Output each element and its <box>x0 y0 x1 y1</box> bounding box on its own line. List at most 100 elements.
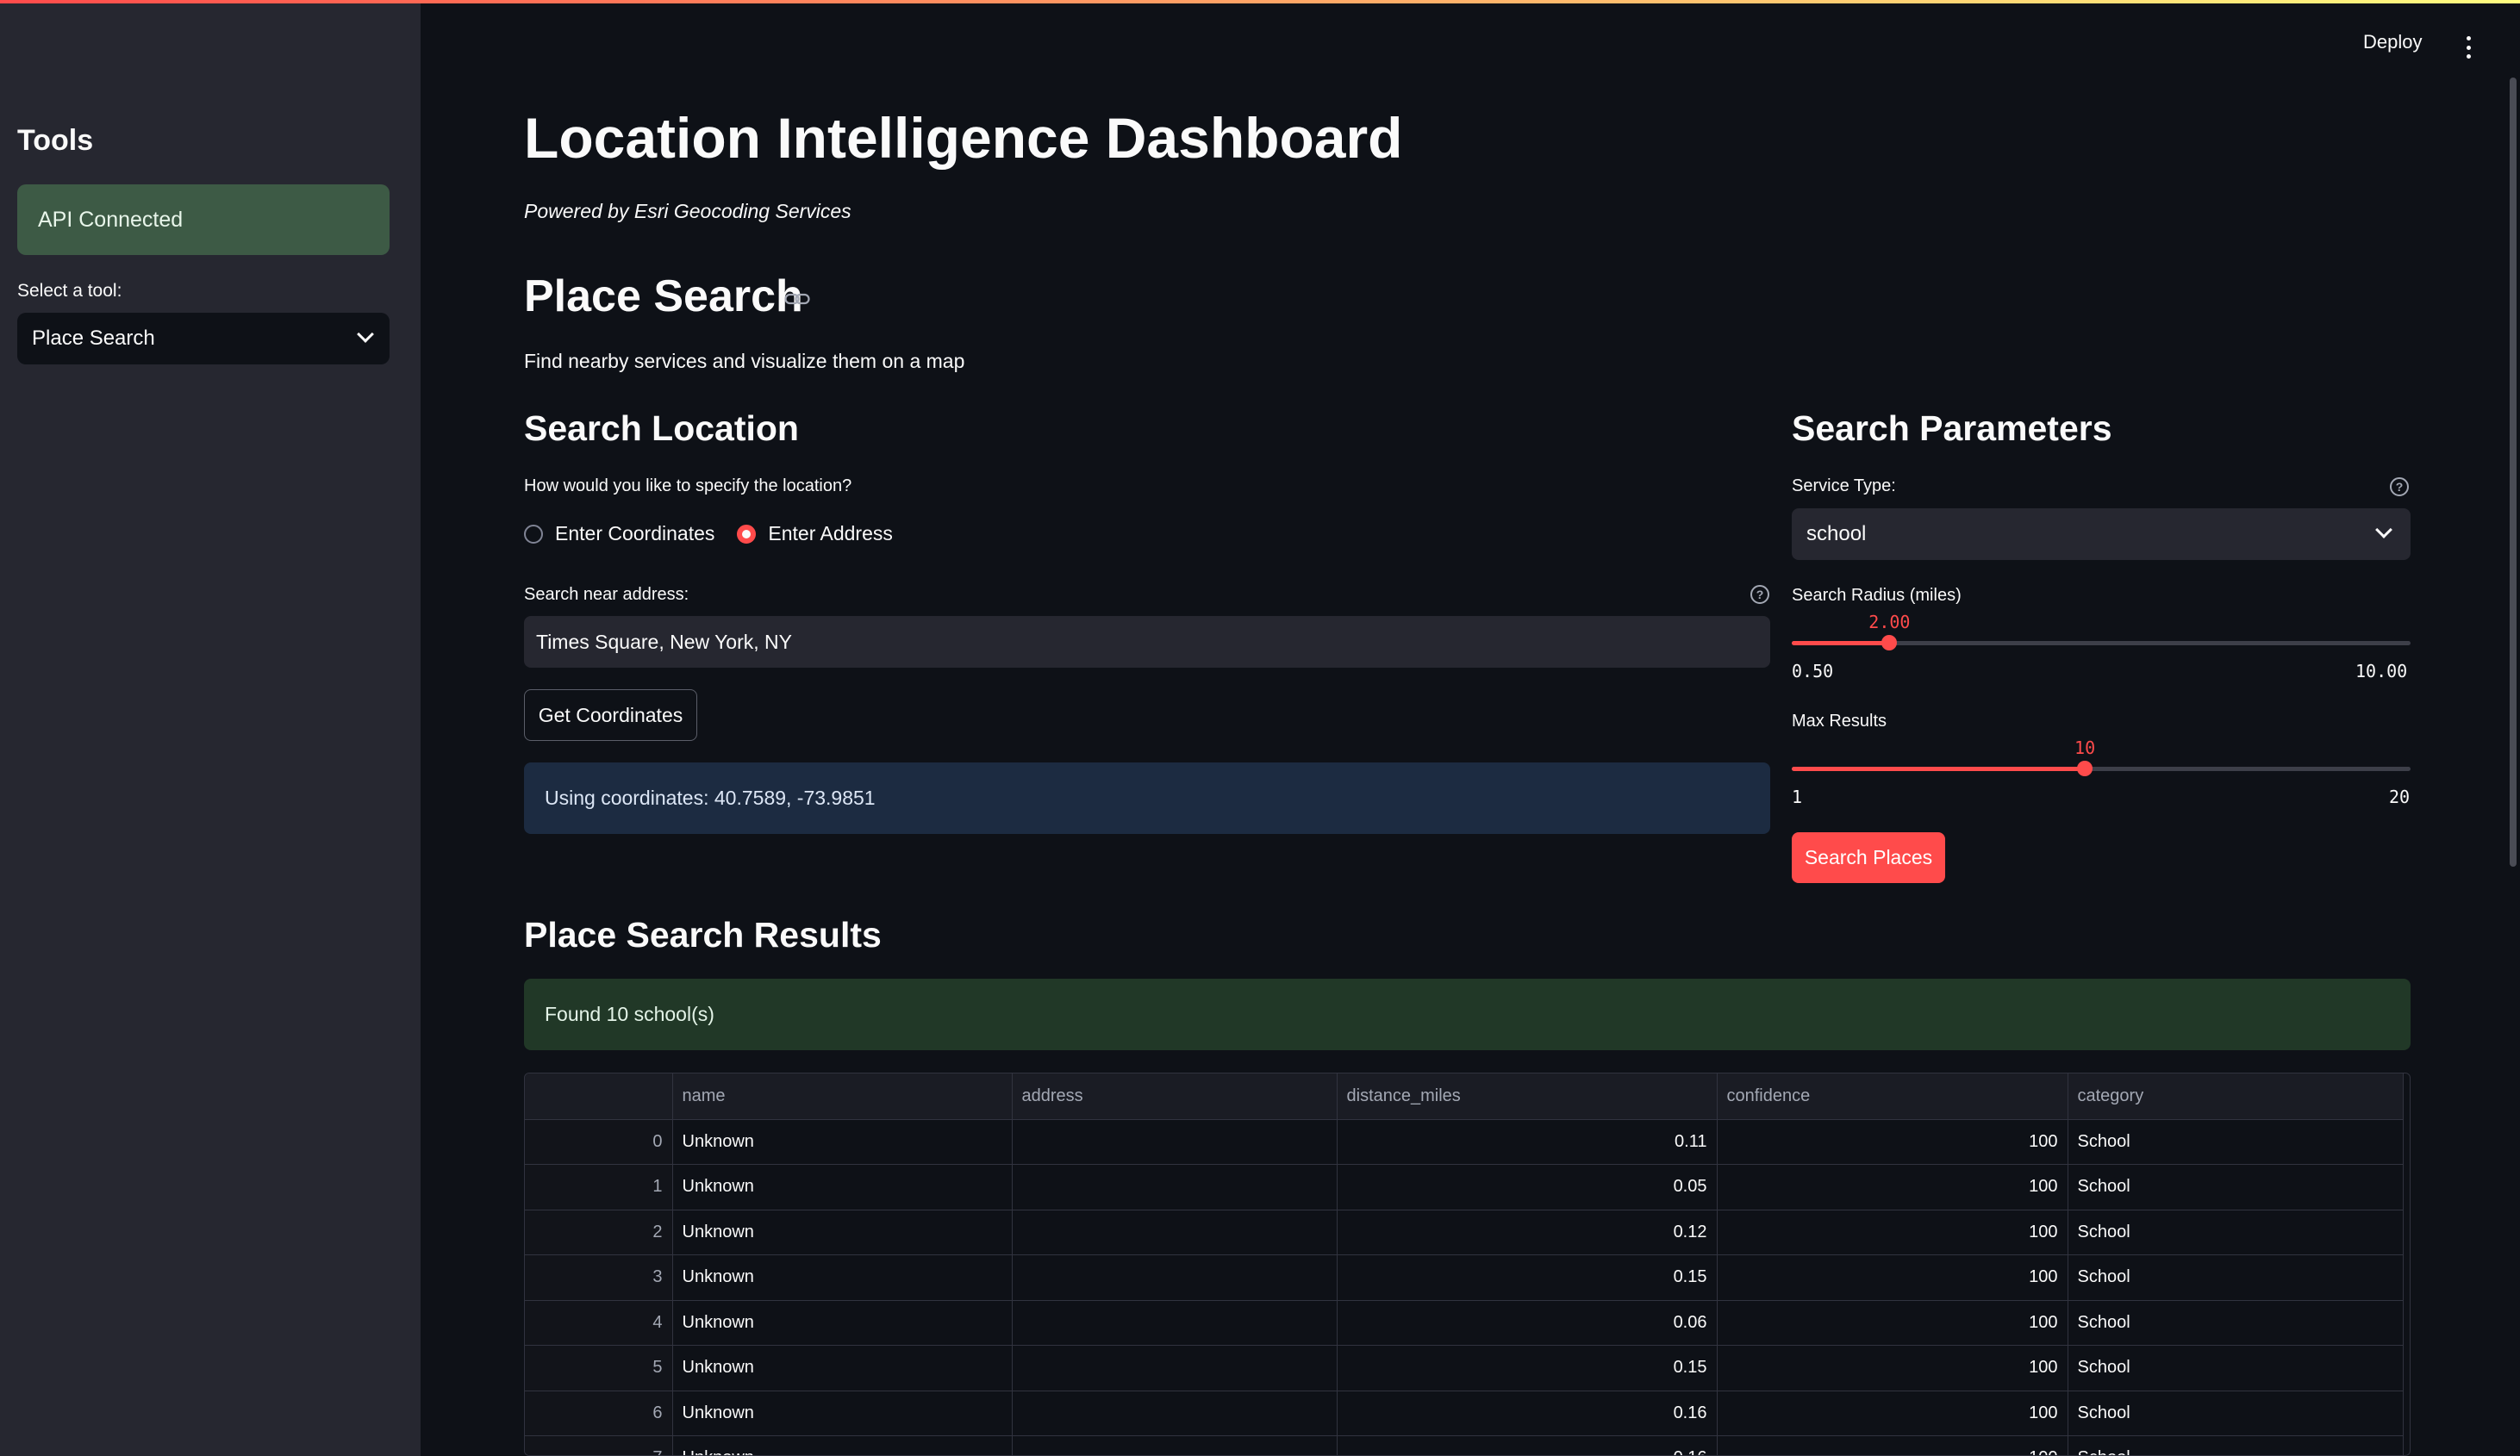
table-cell-address[interactable] <box>1012 1164 1338 1210</box>
table-cell-index[interactable]: 4 <box>525 1300 673 1346</box>
main-menu-icon[interactable] <box>2465 36 2472 59</box>
table-row[interactable]: 1 Unknown 0.05 100 School <box>525 1164 2404 1210</box>
table-cell-distance-miles[interactable]: 0.15 <box>1337 1345 1718 1391</box>
sidebar-title: Tools <box>17 124 94 157</box>
radius-slider-value: 2.00 <box>1868 612 1911 632</box>
table-header-row: name address distance_miles confidence c… <box>525 1073 2404 1120</box>
table-cell-name[interactable]: Unknown <box>672 1300 1013 1346</box>
radius-slider-fill <box>1792 641 1890 645</box>
chevron-down-icon <box>357 326 374 343</box>
table-row[interactable]: 2 Unknown 0.12 100 School <box>525 1210 2404 1255</box>
tool-select-label: Select a tool: <box>17 281 122 301</box>
table-cell-confidence[interactable]: 100 <box>1717 1164 2068 1210</box>
table-cell-address[interactable] <box>1012 1254 1338 1301</box>
results-heading: Place Search Results <box>524 915 882 955</box>
table-row[interactable]: 3 Unknown 0.15 100 School <box>525 1254 2404 1301</box>
service-type-label: Service Type: <box>1792 476 1896 495</box>
table-cell-index[interactable]: 1 <box>525 1164 673 1210</box>
radius-slider[interactable] <box>1792 635 2411 650</box>
table-cell-confidence[interactable]: 100 <box>1717 1345 2068 1391</box>
table-row[interactable]: 0 Unknown 0.11 100 School <box>525 1119 2404 1165</box>
radio-enter-address[interactable] <box>737 524 757 544</box>
help-icon[interactable]: ? <box>2390 477 2409 496</box>
max-results-min: 1 <box>1792 787 1803 807</box>
table-cell-index[interactable]: 7 <box>525 1435 673 1455</box>
search-places-button[interactable]: Search Places <box>1792 832 1945 883</box>
table-row[interactable]: 5 Unknown 0.15 100 School <box>525 1345 2404 1391</box>
table-cell-name[interactable]: Unknown <box>672 1345 1013 1391</box>
radio-label-address[interactable]: Enter Address <box>768 522 892 545</box>
help-icon[interactable]: ? <box>1750 585 1769 604</box>
search-parameters-heading: Search Parameters <box>1792 408 2112 448</box>
column-header[interactable]: confidence <box>1717 1073 2068 1120</box>
get-coordinates-button[interactable]: Get Coordinates <box>524 689 697 741</box>
table-cell-distance-miles[interactable]: 0.06 <box>1337 1300 1718 1346</box>
table-cell-confidence[interactable]: 100 <box>1717 1254 2068 1301</box>
location-mode-question: How would you like to specify the locati… <box>524 476 852 495</box>
tool-select-value: Place Search <box>32 327 155 350</box>
deploy-button[interactable]: Deploy <box>2363 31 2422 53</box>
table-cell-category[interactable]: School <box>2068 1300 2404 1346</box>
sidebar: Tools API Connected Select a tool: Place… <box>0 0 421 1456</box>
table-cell-index[interactable]: 2 <box>525 1210 673 1255</box>
table-cell-address[interactable] <box>1012 1119 1338 1165</box>
table-cell-index[interactable]: 5 <box>525 1345 673 1391</box>
tool-select[interactable]: Place Search <box>17 313 390 364</box>
table-cell-address[interactable] <box>1012 1435 1338 1455</box>
table-cell-category[interactable]: School <box>2068 1435 2404 1455</box>
table-cell-category[interactable]: School <box>2068 1119 2404 1165</box>
radius-label: Search Radius (miles) <box>1792 586 1962 605</box>
table-cell-address[interactable] <box>1012 1391 1338 1436</box>
table-cell-address[interactable] <box>1012 1345 1338 1391</box>
address-input[interactable]: Times Square, New York, NY <box>524 616 1770 668</box>
table-cell-distance-miles[interactable]: 0.16 <box>1337 1435 1718 1455</box>
table-cell-confidence[interactable]: 100 <box>1717 1300 2068 1346</box>
column-header[interactable]: category <box>2068 1073 2404 1120</box>
table-cell-distance-miles[interactable]: 0.15 <box>1337 1254 1718 1301</box>
table-cell-index[interactable]: 6 <box>525 1391 673 1436</box>
table-row[interactable]: 4 Unknown 0.06 100 School <box>525 1300 2404 1346</box>
max-results-slider-thumb[interactable] <box>2077 761 2093 776</box>
table-cell-name[interactable]: Unknown <box>672 1119 1013 1165</box>
radio-label-coordinates[interactable]: Enter Coordinates <box>555 522 714 545</box>
table-cell-category[interactable]: School <box>2068 1254 2404 1301</box>
radius-slider-thumb[interactable] <box>1881 635 1898 650</box>
table-row[interactable]: 6 Unknown 0.16 100 School <box>525 1391 2404 1436</box>
table-row[interactable]: 7Unknown 0.16100School <box>525 1435 2404 1455</box>
address-label: Search near address: <box>524 585 689 604</box>
table-cell-category[interactable]: School <box>2068 1345 2404 1391</box>
table-cell-address[interactable] <box>1012 1300 1338 1346</box>
table-cell-confidence[interactable]: 100 <box>1717 1391 2068 1436</box>
table-cell-index[interactable]: 0 <box>525 1119 673 1165</box>
table-cell-distance-miles[interactable]: 0.16 <box>1337 1391 1718 1436</box>
table-cell-confidence[interactable]: 100 <box>1717 1435 2068 1455</box>
table-cell-name[interactable]: Unknown <box>672 1254 1013 1301</box>
location-mode-radio-group: Enter Coordinates Enter Address <box>524 522 893 545</box>
table-cell-category[interactable]: School <box>2068 1391 2404 1436</box>
table-cell-name[interactable]: Unknown <box>672 1391 1013 1436</box>
table-cell-index[interactable]: 3 <box>525 1254 673 1301</box>
column-header[interactable]: name <box>672 1073 1013 1120</box>
max-results-slider-value: 10 <box>2074 737 2096 758</box>
table-cell-name[interactable]: Unknown <box>672 1164 1013 1210</box>
page-title: Location Intelligence Dashboard <box>524 106 1403 170</box>
table-cell-confidence[interactable]: 100 <box>1717 1119 2068 1165</box>
results-table[interactable]: name address distance_miles confidence c… <box>524 1073 2411 1456</box>
table-cell-distance-miles[interactable]: 0.05 <box>1337 1164 1718 1210</box>
link-icon[interactable] <box>784 291 810 307</box>
page-scrollbar[interactable] <box>2510 78 2517 867</box>
table-cell-name[interactable]: Unknown <box>672 1435 1013 1455</box>
max-results-slider[interactable] <box>1792 761 2411 776</box>
column-header[interactable]: distance_miles <box>1337 1073 1718 1120</box>
search-location-heading: Search Location <box>524 408 799 448</box>
table-cell-distance-miles[interactable]: 0.12 <box>1337 1210 1718 1255</box>
table-cell-distance-miles[interactable]: 0.11 <box>1337 1119 1718 1165</box>
table-cell-category[interactable]: School <box>2068 1210 2404 1255</box>
radio-enter-coordinates[interactable] <box>524 524 543 544</box>
table-cell-address[interactable] <box>1012 1210 1338 1255</box>
table-cell-confidence[interactable]: 100 <box>1717 1210 2068 1255</box>
table-cell-category[interactable]: School <box>2068 1164 2404 1210</box>
table-cell-name[interactable]: Unknown <box>672 1210 1013 1255</box>
column-header[interactable]: address <box>1012 1073 1338 1120</box>
service-type-select[interactable]: school <box>1792 508 2411 560</box>
